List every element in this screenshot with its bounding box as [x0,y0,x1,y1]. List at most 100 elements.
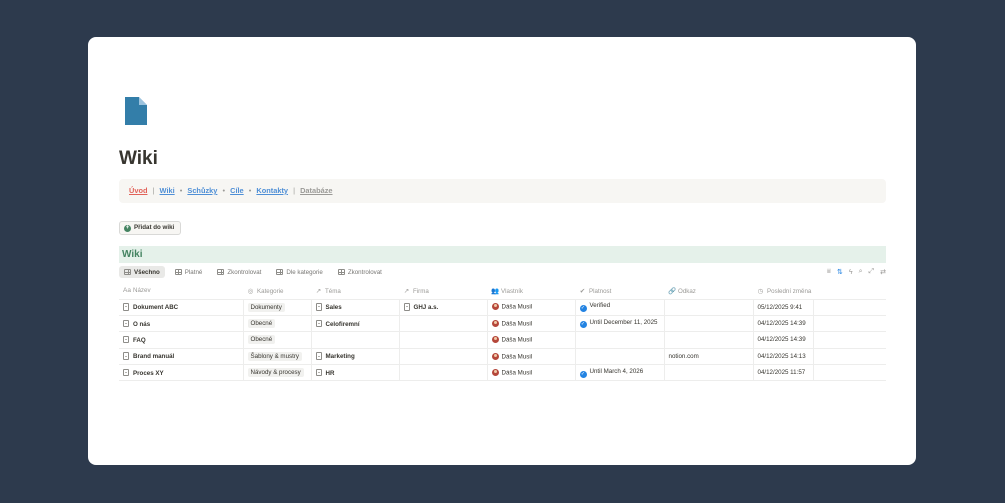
expand-icon[interactable]: ⤢ [869,268,875,276]
column-header-odkaz[interactable]: 🔗 Odkaz [664,283,753,300]
tab-platne[interactable]: Platné [170,266,208,278]
cell-owner[interactable]: Dáša Musil [487,364,576,382]
cell-modified: 04/12/2025 14:39 [753,315,814,333]
lightning-icon[interactable]: ϟ [849,269,853,276]
column-header-tema[interactable]: ↗ Téma [311,283,399,300]
nav-link-kontakty[interactable]: Kontakty [256,186,288,195]
owner-name: Dáša Musil [501,369,533,377]
cell-topic[interactable]: Sales [311,299,400,316]
table-row[interactable]: FAQ Obecné Dáša Musil 04/12/2025 14:39 [119,331,886,349]
filter-icon[interactable]: ⩸ [827,268,831,276]
topic-link: Marketing [325,353,355,361]
cell-topic[interactable]: HR [311,364,400,382]
column-label: Odkaz [678,287,696,295]
add-to-wiki-button[interactable]: + Přidat do wiki [119,221,182,235]
cell-spacer [813,331,886,349]
cell-link[interactable] [664,331,754,349]
text-type-icon: Aa [123,287,131,295]
cell-name[interactable]: O nás [119,315,244,333]
cell-topic[interactable]: Celofiremní [311,315,400,333]
tab-vsechno[interactable]: Všechno [119,266,165,278]
cell-company[interactable]: GHJ a.s. [399,299,488,316]
nav-link-databaze[interactable]: Databáze [300,186,332,195]
table-row[interactable]: Brand manuál Šablony & mustry Marketing … [119,348,886,366]
tab-zkontrolovat[interactable]: Zkontrolovat [212,266,266,278]
nav-separator: | [293,186,295,195]
select-type-icon: ◎ [247,287,254,295]
relation-type-icon: ↗ [403,287,410,295]
page-icon [123,368,129,377]
nav-link-wiki[interactable]: Wiki [160,186,175,195]
column-header-platnost[interactable]: ✔ Platnost [575,283,664,300]
search-icon[interactable]: ⌕ [859,268,863,276]
table-row[interactable]: Dokument ABC Dokumenty Sales GHJ a.s. Dá… [119,299,886,316]
cell-modified: 04/12/2025 14:39 [753,331,814,349]
table-row[interactable]: O nás Obecné Celofiremní Dáša Musil ✓ Unt… [119,315,886,333]
verification-type-icon: ✔ [579,287,586,295]
nav-dot: • [179,186,183,195]
tab-label: Zkontrolovat [347,268,382,276]
cell-validity[interactable] [575,331,665,349]
cell-link[interactable] [664,364,754,382]
cell-category[interactable]: Obecné [243,331,312,349]
column-header-vlastnik[interactable]: 👥 Vlastník [487,283,575,300]
owner-name: Dáša Musil [501,320,533,328]
column-header-nazev[interactable]: Aa Název [119,283,243,300]
table-view-icon [124,269,131,275]
cell-name[interactable]: Proces XY [119,364,244,382]
nav-link-schuzky[interactable]: Schůzky [187,186,217,195]
cell-spacer [813,364,886,382]
nav-link-cile[interactable]: Cíle [230,186,244,195]
cell-company[interactable] [399,348,488,366]
settings-icon[interactable]: ⇄ [880,268,886,276]
company-link: GHJ a.s. [413,304,439,312]
owner-name: Dáša Musil [501,336,533,344]
sort-icon[interactable]: ⇅ [837,268,843,276]
cell-validity[interactable]: ✓ Verified [575,299,665,316]
tab-dle-kategorie[interactable]: Dle kategorie [271,266,327,278]
cell-owner[interactable]: Dáša Musil [487,315,576,333]
cell-link[interactable] [664,299,754,316]
row-title: Brand manuál [133,353,175,361]
cell-link[interactable]: notion.com [664,348,754,366]
cell-spacer [813,315,886,333]
row-title: Dokument ABC [133,304,179,312]
validity-text: Until March 4, 2026 [589,368,644,375]
cell-spacer [813,348,886,366]
cell-name[interactable]: Dokument ABC [119,299,244,316]
cell-category[interactable]: Šablony & mustry [243,348,312,366]
cell-link[interactable] [664,315,754,333]
cell-validity[interactable]: ✓ Until December 11, 2025 [575,315,665,333]
cell-validity[interactable]: ✓ Until March 4, 2026 [575,364,665,382]
cell-owner[interactable]: Dáša Musil [487,331,576,349]
column-header-kategorie[interactable]: ◎ Kategorie [243,283,311,300]
add-to-wiki-label: Přidat do wiki [134,224,175,231]
cell-name[interactable]: FAQ [119,331,244,349]
column-header-firma[interactable]: ↗ Firma [399,283,487,300]
cell-owner[interactable]: Dáša Musil [487,348,576,366]
nav-link-uvod[interactable]: Úvod [129,186,147,195]
cell-topic[interactable] [311,331,400,349]
cell-owner[interactable]: Dáša Musil [487,299,576,316]
database-title[interactable]: Wiki [119,246,886,263]
table-view-icon [337,269,345,275]
column-label: Název [133,287,151,295]
page-card: Wiki Úvod | Wiki • Schůzky • Cíle • Kont… [88,37,916,465]
column-label: Poslední změna [767,287,812,295]
cell-company[interactable] [399,331,488,349]
tab-zkontrolovat-2[interactable]: Zkontrolovat [333,266,387,278]
cell-category[interactable]: Dokumenty [243,299,312,316]
cell-category[interactable]: Obecné [243,315,312,333]
cell-validity[interactable] [575,348,665,366]
view-tabs: Všechno Platné Zkontrolovat Dle kategori… [119,265,886,279]
avatar [491,319,499,327]
page-icon [123,352,129,360]
cell-company[interactable] [399,364,488,382]
cell-name[interactable]: Brand manuál [119,348,244,366]
column-header-posledni-zmena[interactable]: ◷ Poslední změna [753,283,813,300]
cell-topic[interactable]: Marketing [311,348,400,366]
table-row[interactable]: Proces XY Návody & procesy HR Dáša Musil… [119,364,886,382]
cell-category[interactable]: Návody & procesy [243,364,312,382]
table-view-icon [174,269,182,275]
cell-company[interactable] [399,315,488,333]
